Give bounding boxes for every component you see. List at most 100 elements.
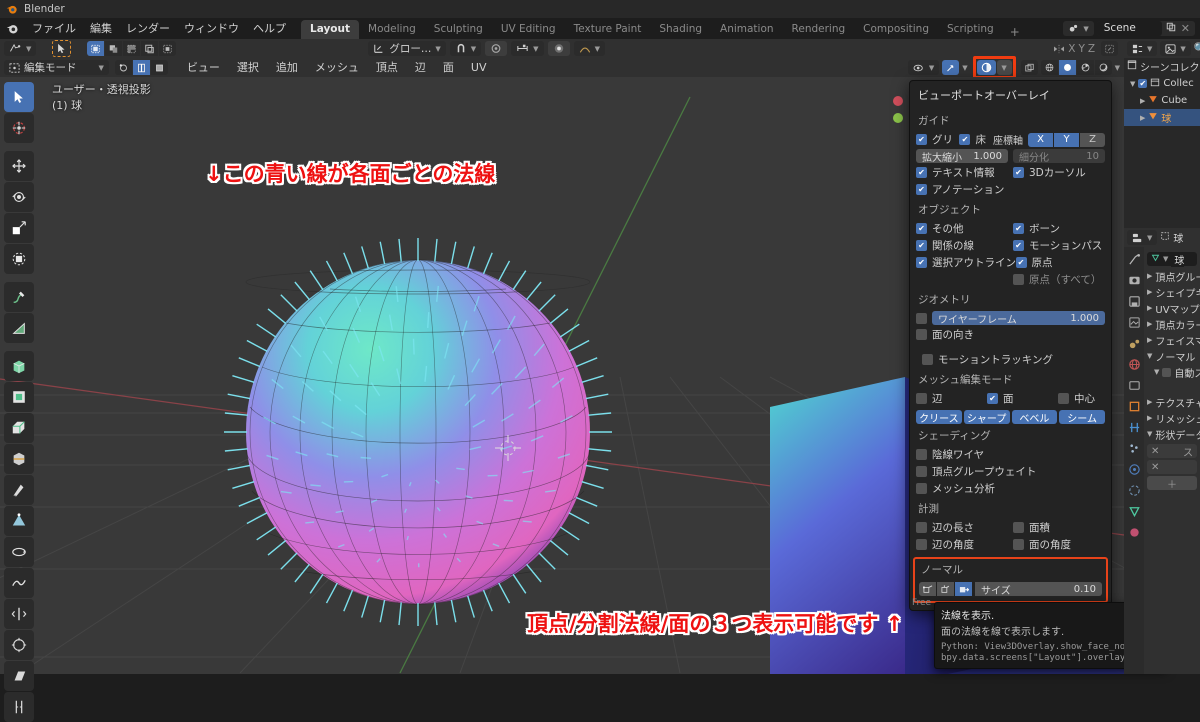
tab-animation[interactable]: Animation xyxy=(711,20,783,39)
geometry-data-row-2[interactable]: ✕ xyxy=(1147,460,1197,474)
overlay-grid-checkbox[interactable] xyxy=(916,134,927,145)
overlay-wireframe-field[interactable]: ワイヤーフレーム 1.000 xyxy=(932,311,1105,325)
overlay-crease-button[interactable]: クリース xyxy=(916,410,962,424)
panel-vertex-groups[interactable]: ▶ 頂点グルー… xyxy=(1144,268,1200,284)
tool-measure[interactable] xyxy=(4,313,34,343)
xray-toggle-button[interactable] xyxy=(1021,60,1038,75)
overlay-axis-z-button[interactable]: Z xyxy=(1080,133,1105,147)
disclosure-triangle-icon[interactable]: ▶ xyxy=(1147,272,1152,280)
panel-face-maps[interactable]: ▶ フェイスマ… xyxy=(1144,332,1200,348)
viewport-overlays-popover[interactable]: ビューポートオーバーレイ ガイド グリ 床 座標軸 X Y Z 拡大縮小 1.0… xyxy=(909,80,1112,611)
disclosure-triangle-icon[interactable]: ▼ xyxy=(1130,80,1135,88)
falloff-curve-dropdown[interactable]: ▼ xyxy=(574,41,605,56)
modifier-tab-icon[interactable] xyxy=(1126,419,1142,435)
outliner-row-sphere[interactable]: ▶ 球 xyxy=(1124,109,1200,126)
panel-shape-keys[interactable]: ▶ シェイプキ… xyxy=(1144,284,1200,300)
panel-remesh[interactable]: ▶ リメッシュ xyxy=(1144,410,1200,426)
tool-loop-cut[interactable] xyxy=(4,444,34,474)
tab-modeling[interactable]: Modeling xyxy=(359,20,425,39)
overlay-outline-selected-checkbox[interactable] xyxy=(916,257,927,268)
tool-scale[interactable] xyxy=(4,213,34,243)
edge-select-button[interactable] xyxy=(133,60,150,75)
overlay-face-angle-group[interactable]: 面の角度 xyxy=(1013,537,1105,552)
overlay-3d-cursor-checkbox[interactable] xyxy=(1013,167,1024,178)
menu-edit[interactable]: 編集 xyxy=(83,18,119,39)
disclosure-triangle-icon[interactable]: ▶ xyxy=(1147,414,1152,422)
overlay-origin-all-group[interactable]: 原点（すべて） xyxy=(1013,272,1105,287)
tweak-tool-button[interactable] xyxy=(52,40,71,57)
scene-field[interactable]: Scene ✕ xyxy=(1097,21,1195,36)
tool-tweak[interactable] xyxy=(4,82,34,112)
overlay-edge-angle-group[interactable]: 辺の角度 xyxy=(916,537,1008,552)
overlays-dropdown-button[interactable]: ▼ xyxy=(997,60,1012,75)
view-layer-tab-icon[interactable] xyxy=(1126,314,1142,330)
panel-geometry-data[interactable]: ▼ 形状データ… xyxy=(1144,426,1200,442)
overlay-motion-paths-group[interactable]: モーションパス xyxy=(1013,238,1105,253)
disclosure-triangle-icon[interactable]: ▶ xyxy=(1147,288,1152,296)
menu-help[interactable]: ヘルプ xyxy=(246,18,293,39)
overlay-floor-checkbox-group[interactable]: 床 xyxy=(959,132,988,147)
tool-annotate[interactable] xyxy=(4,282,34,312)
tool-rotate[interactable] xyxy=(4,182,34,212)
select-intersect-button[interactable] xyxy=(159,41,176,56)
face-normals-icon[interactable] xyxy=(955,582,972,596)
world-tab-icon[interactable] xyxy=(1126,356,1142,372)
tab-uv-editing[interactable]: UV Editing xyxy=(492,20,565,39)
properties-editor-type-dropdown[interactable]: ▼ xyxy=(1127,230,1157,245)
menu-vertex[interactable]: 頂点 xyxy=(369,58,405,77)
overlay-mesh-analysis-group[interactable]: メッシュ分析 xyxy=(916,480,1105,497)
overlay-text-info-checkbox[interactable] xyxy=(916,167,927,178)
tool-shrink-fatten[interactable] xyxy=(4,630,34,660)
overlay-floor-checkbox[interactable] xyxy=(959,134,970,145)
tool-spin[interactable] xyxy=(4,537,34,567)
tab-rendering[interactable]: Rendering xyxy=(783,20,855,39)
disclosure-triangle-icon[interactable]: ▼ xyxy=(1147,352,1152,360)
close-icon[interactable]: ✕ xyxy=(1151,446,1159,457)
overlay-text-info-group[interactable]: テキスト情報 xyxy=(916,165,1008,180)
tool-smooth[interactable] xyxy=(4,568,34,598)
overlay-relationship-lines-checkbox[interactable] xyxy=(916,240,927,251)
outliner-row-cube[interactable]: ▶ Cube xyxy=(1124,92,1200,109)
overlay-relationship-lines-group[interactable]: 関係の線 xyxy=(916,238,1008,253)
physics-tab-icon[interactable] xyxy=(1126,461,1142,477)
overlay-grid-subdivisions-field[interactable]: 細分化 10 xyxy=(1013,149,1105,163)
scene-selector-icon[interactable]: ▼ xyxy=(1063,21,1093,36)
menu-face[interactable]: 面 xyxy=(436,58,461,77)
select-extend-button[interactable] xyxy=(105,41,122,56)
overlay-face-orientation-checkbox[interactable] xyxy=(916,329,927,340)
overlays-toggle-button[interactable] xyxy=(977,60,996,75)
overlay-grid-checkbox-group[interactable]: グリ xyxy=(916,132,954,147)
search-icon[interactable]: 🔍 xyxy=(1194,42,1200,55)
transform-orientation-dropdown[interactable]: グロー… ▼ xyxy=(368,41,445,56)
render-tab-icon[interactable] xyxy=(1126,272,1142,288)
overlay-mesh-center-group[interactable]: 中心 xyxy=(1058,391,1095,406)
mode-selector-dropdown[interactable]: 編集モード ▼ xyxy=(4,60,109,75)
overlay-grid-scale-field[interactable]: 拡大縮小 1.000 xyxy=(916,149,1008,163)
tool-bevel[interactable] xyxy=(4,413,34,443)
constraints-tab-icon[interactable] xyxy=(1126,482,1142,498)
disclosure-triangle-icon[interactable]: ▶ xyxy=(1147,336,1152,344)
overlay-motion-paths-checkbox[interactable] xyxy=(1013,240,1024,251)
add-geometry-data-button[interactable]: ＋ xyxy=(1147,476,1197,490)
menu-window[interactable]: ウィンドウ xyxy=(177,18,246,39)
mirror-axis-x[interactable]: X xyxy=(1068,43,1075,55)
tool-tab-icon[interactable] xyxy=(1126,251,1142,267)
disclosure-triangle-icon[interactable]: ▶ xyxy=(1147,304,1152,312)
overlay-motion-tracking-checkbox[interactable] xyxy=(922,354,933,365)
overlay-origin-checkbox[interactable] xyxy=(1016,257,1027,268)
overlay-vertex-group-weights-checkbox[interactable] xyxy=(916,466,927,477)
proportional-size-dropdown[interactable]: ▼ xyxy=(511,41,543,56)
select-set-button[interactable] xyxy=(87,41,104,56)
mirror-axis-z[interactable]: Z xyxy=(1088,43,1095,55)
close-icon[interactable]: ✕ xyxy=(1151,462,1159,473)
panel-texture-space[interactable]: ▶ テクスチャ… xyxy=(1144,394,1200,410)
nav-gizmo-x-dot[interactable] xyxy=(893,96,903,106)
panel-auto-smooth[interactable]: ▼ 自動ス… xyxy=(1144,364,1200,380)
chevron-down-icon[interactable]: ▼ xyxy=(962,64,967,72)
tool-cursor[interactable] xyxy=(4,113,34,143)
outliner-row-collection[interactable]: ▼ Collec xyxy=(1124,75,1200,92)
solid-shading-button[interactable] xyxy=(1059,60,1076,75)
tab-texture-paint[interactable]: Texture Paint xyxy=(565,20,651,39)
overlay-bones-checkbox[interactable] xyxy=(1013,223,1024,234)
disclosure-triangle-icon[interactable]: ▶ xyxy=(1147,398,1152,406)
